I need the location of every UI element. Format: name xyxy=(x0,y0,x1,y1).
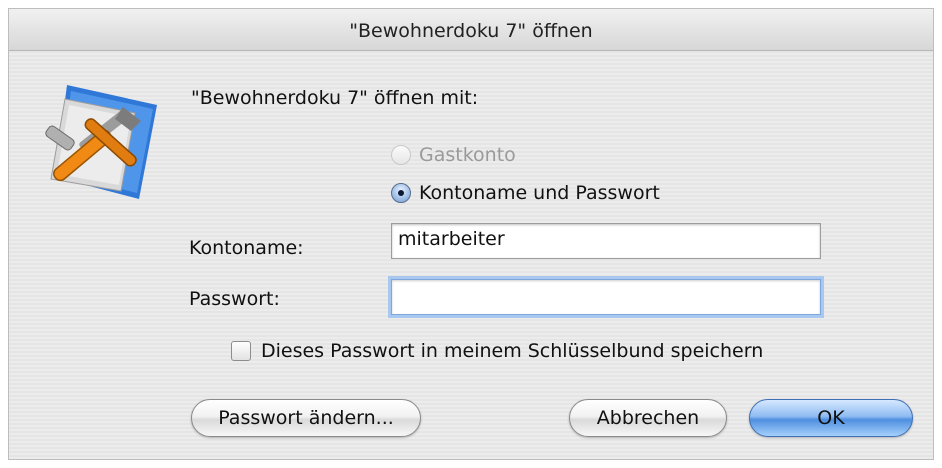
password-label: Passwort: xyxy=(189,288,280,310)
password-input[interactable] xyxy=(391,279,821,315)
account-name-input[interactable]: mitarbeiter xyxy=(391,223,821,259)
radio-account-row[interactable]: Kontoname und Passwort xyxy=(391,182,660,204)
dialog-window: "Bewohnerdoku 7" öffnen "Bewohnerdoku 7"… xyxy=(8,8,934,460)
window-title: "Bewohnerdoku 7" öffnen xyxy=(349,20,593,42)
cancel-button[interactable]: Abbrechen xyxy=(569,399,727,437)
radio-account-label: Kontoname und Passwort xyxy=(419,182,660,204)
change-password-button[interactable]: Passwort ändern... xyxy=(191,399,421,437)
dialog-prompt: "Bewohnerdoku 7" öffnen mit: xyxy=(191,87,479,109)
keychain-checkbox-label: Dieses Passwort in meinem Schlüsselbund … xyxy=(261,340,764,362)
radio-guest-label: Gastkonto xyxy=(419,144,516,166)
keychain-checkbox-row[interactable]: Dieses Passwort in meinem Schlüsselbund … xyxy=(231,340,763,362)
keychain-checkbox[interactable] xyxy=(231,341,251,361)
radio-guest-row[interactable]: Gastkonto xyxy=(391,144,516,166)
ok-button[interactable]: OK xyxy=(749,399,913,437)
title-bar[interactable]: "Bewohnerdoku 7" öffnen xyxy=(9,9,933,51)
account-name-label: Kontoname: xyxy=(189,237,304,259)
radio-guest[interactable] xyxy=(391,145,411,165)
radio-account[interactable] xyxy=(391,183,411,203)
filemaker-tools-icon xyxy=(45,85,157,199)
